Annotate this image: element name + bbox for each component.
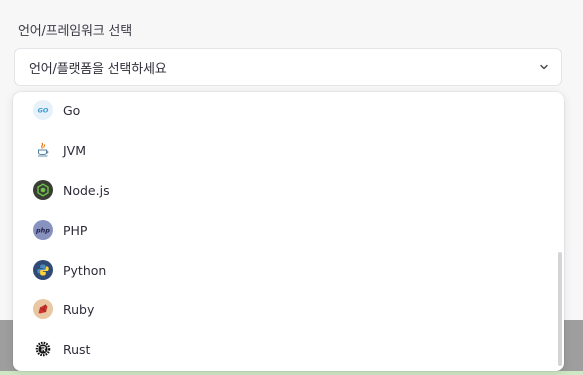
option-label: Python [63, 262, 107, 278]
python-icon [33, 260, 53, 280]
option-python[interactable]: Python [13, 250, 553, 290]
options-dropdown: GO Go JVM Node.js php PHP Python Ruby Ru… [13, 92, 564, 371]
option-label: Ruby [63, 301, 95, 317]
php-icon: php [33, 220, 53, 240]
dropdown-scrollbar[interactable] [558, 252, 562, 366]
svg-text:php: php [35, 226, 50, 234]
chevron-down-icon [539, 62, 549, 72]
option-label: Node.js [63, 182, 110, 198]
option-go[interactable]: GO Go [13, 92, 553, 130]
option-ruby[interactable]: Ruby [13, 289, 553, 329]
option-label: PHP [63, 222, 88, 238]
option-label: Rust [63, 341, 91, 357]
field-label: 언어/프레임워크 선택 [18, 24, 132, 39]
option-php[interactable]: php PHP [13, 210, 553, 250]
option-nodejs[interactable]: Node.js [13, 170, 553, 210]
select-placeholder: 언어/플랫폼을 선택하세요 [29, 61, 167, 77]
rust-icon [33, 339, 53, 359]
page: 언어/프레임워크 선택 언어/플랫폼을 선택하세요 GO Go JVM Node… [0, 0, 583, 375]
option-label: Go [63, 102, 81, 118]
java-icon [33, 140, 53, 160]
language-select[interactable]: 언어/플랫폼을 선택하세요 [14, 48, 562, 86]
footer-strip [0, 371, 583, 375]
nodejs-icon [33, 180, 53, 200]
svg-text:GO: GO [38, 107, 49, 115]
ruby-icon [33, 299, 53, 319]
option-jvm[interactable]: JVM [13, 130, 553, 170]
go-icon: GO [33, 100, 53, 120]
option-rust[interactable]: Rust [13, 329, 553, 369]
option-label: JVM [63, 142, 87, 158]
